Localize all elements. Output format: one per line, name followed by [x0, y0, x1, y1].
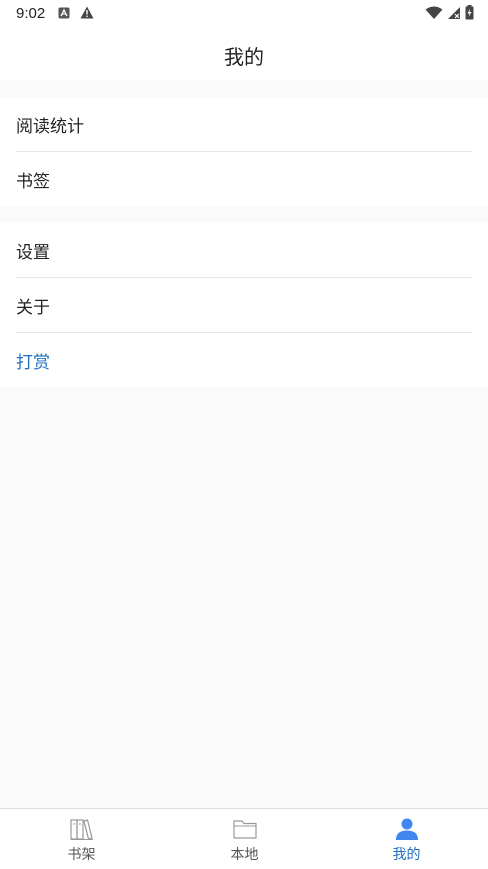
profile-icon — [395, 818, 418, 840]
warning-icon — [80, 6, 94, 19]
status-time: 9:02 — [16, 5, 46, 22]
bottom-navigation: 书架 本地 我的 — [0, 808, 488, 869]
menu-item-reading-stats[interactable]: 阅读统计 — [16, 97, 472, 152]
menu-item-settings[interactable]: 设置 — [16, 223, 472, 278]
status-bar: 9:02 — [0, 0, 488, 27]
nav-item-bookshelf[interactable]: 书架 — [0, 809, 163, 869]
nav-label-local: 本地 — [230, 847, 259, 863]
menu-group-stats: 阅读统计 书签 — [0, 97, 488, 206]
nav-label-mine: 我的 — [392, 847, 421, 863]
menu-item-donate[interactable]: 打赏 — [16, 333, 472, 388]
a-badge-icon — [58, 7, 70, 18]
status-left-icons — [58, 6, 94, 19]
menu-item-bookmarks[interactable]: 书签 — [16, 152, 472, 207]
page-title: 我的 — [224, 45, 264, 69]
nav-item-local[interactable]: 本地 — [163, 809, 326, 869]
wifi-icon — [425, 6, 443, 19]
status-right-icons — [425, 5, 474, 20]
nav-label-bookshelf: 书架 — [67, 847, 96, 863]
signal-icon — [448, 6, 460, 19]
folder-icon — [232, 820, 257, 839]
menu-group-settings: 设置 关于 打赏 — [0, 223, 488, 387]
bookshelf-icon — [69, 819, 93, 840]
battery-icon — [465, 5, 474, 20]
menu-item-about[interactable]: 关于 — [16, 278, 472, 333]
nav-item-mine[interactable]: 我的 — [325, 809, 488, 869]
app-bar: 我的 — [0, 27, 488, 80]
